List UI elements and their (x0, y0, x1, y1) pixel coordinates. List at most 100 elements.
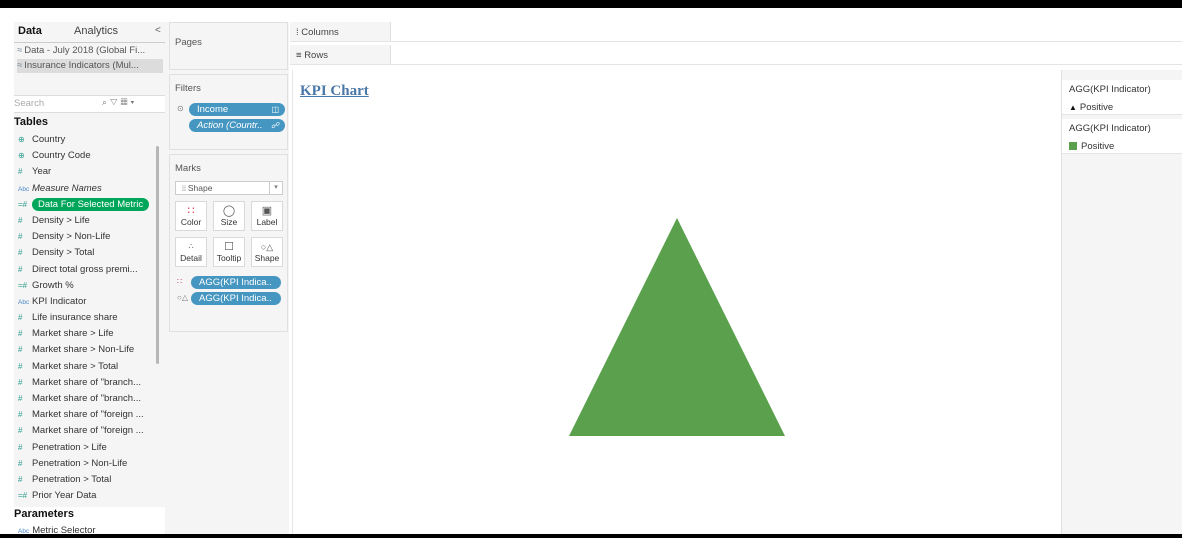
parameter-item[interactable]: Abc Metric Selector (18, 525, 96, 534)
worksheet-title[interactable]: KPI Chart (300, 83, 369, 100)
field-item[interactable]: # Market share of "branch... (14, 391, 165, 407)
color-encoding-icon: ∷ (177, 277, 183, 286)
shape-button[interactable]: ○△ Shape (251, 237, 283, 267)
data-source-item-selected[interactable]: ≈ Insurance Indicators (Mul... (17, 59, 163, 73)
label-button[interactable]: ▣ Label (251, 201, 283, 231)
dimension-filter-icon: ⊙ (177, 104, 184, 113)
field-item[interactable]: # Market share > Life (14, 326, 165, 342)
field-label: Market share of "branch... (32, 393, 141, 404)
shape-legend[interactable]: AGG(KPI Indicator) ▲ Positive (1062, 80, 1182, 115)
shape-legend-item[interactable]: ▲ Positive (1069, 102, 1113, 113)
measure-icon: # (18, 345, 23, 355)
field-item[interactable]: # Penetration > Life (14, 440, 165, 456)
kpi-triangle-mark[interactable] (569, 218, 785, 436)
measure-icon: # (18, 248, 23, 258)
pages-card[interactable]: Pages (169, 22, 288, 70)
field-label: Density > Life (32, 214, 90, 226)
triangle-up-icon: ▲ (1069, 103, 1077, 112)
field-item[interactable]: # Market share of "foreign ... (14, 423, 165, 439)
columns-shelf[interactable]: ⁞ Columns (290, 22, 1182, 42)
string-type-icon: Abc (18, 185, 30, 193)
search-input[interactable] (14, 97, 78, 110)
tooltip-icon: ☐ (224, 241, 234, 253)
label-icon: ▣ (261, 205, 273, 217)
calculated-measure-icon: =# (18, 199, 28, 209)
measure-icon: # (18, 442, 23, 452)
field-item[interactable]: ⊕ Country Code (14, 148, 165, 164)
chevron-left-icon[interactable]: < (155, 25, 161, 36)
field-label: Penetration > Total (32, 473, 112, 485)
field-item[interactable]: # Penetration > Non-Life (14, 456, 165, 472)
field-label: Country (32, 134, 66, 145)
field-item[interactable]: Abc Measure Names (14, 181, 165, 197)
search-icon[interactable]: ⌕ (102, 97, 110, 107)
columns-drop-zone[interactable] (390, 22, 1182, 41)
marks-pill-color[interactable]: AGG(KPI Indica.. (191, 276, 281, 289)
rows-drop-zone[interactable] (390, 45, 1182, 64)
measure-icon: # (18, 167, 23, 177)
field-label: Market share of "foreign ... (32, 425, 144, 437)
rows-shelf[interactable]: ≡ Rows (290, 45, 1182, 65)
filter-icon[interactable]: ▽ (110, 97, 121, 107)
field-item[interactable]: # Market share > Total (14, 359, 165, 375)
field-item[interactable]: # Density > Total (14, 245, 165, 261)
parameters-section: Parameters Abc Metric Selector (14, 507, 165, 534)
field-item[interactable]: =# Data For Selected Metric (14, 197, 165, 213)
field-label: Year (32, 166, 52, 178)
mark-type-dropdown[interactable]: ⁞⁞ Shape ▾ (175, 181, 283, 195)
data-source-item[interactable]: ≈ Data - July 2018 (Global Fi... (17, 44, 163, 58)
measure-icon: # (18, 458, 23, 468)
tables-heading: Tables (14, 116, 49, 128)
field-list-scrollbar[interactable] (156, 146, 159, 364)
field-label: Penetration > Non-Life (32, 457, 128, 469)
filters-card[interactable]: Filters ⊙ Income ◫ Action (Countr.. ☍ (169, 74, 288, 150)
globe-icon: ⊕ (18, 135, 25, 144)
field-item[interactable]: # Direct total gross premi... (14, 262, 165, 278)
detail-button[interactable]: ∴ Detail (175, 237, 207, 267)
field-item[interactable]: # Life insurance share (14, 310, 165, 326)
link-icon: ☍ (270, 121, 279, 130)
color-legend[interactable]: AGG(KPI Indicator) Positive (1062, 119, 1182, 154)
globe-icon: ⊕ (18, 151, 25, 161)
filter-pill-income[interactable]: Income ◫ (189, 103, 285, 116)
measure-icon: # (18, 264, 23, 274)
field-item[interactable]: # Density > Non-Life (14, 229, 165, 245)
field-item[interactable]: =# Prior Year Data (14, 488, 165, 504)
pages-title: Pages (175, 37, 202, 48)
field-item[interactable]: # Market share of "branch... (14, 375, 165, 391)
worksheet-view[interactable]: KPI Chart (292, 70, 1061, 534)
marks-card: Marks ⁞⁞ Shape ▾ ∷ Color ◯ Size ▣ Label … (169, 154, 288, 332)
field-label: Penetration > Life (32, 441, 107, 453)
field-label: Measure Names (32, 182, 102, 194)
string-type-icon: Abc (18, 528, 30, 534)
field-label: Density > Non-Life (32, 231, 111, 243)
size-button[interactable]: ◯ Size (213, 201, 245, 231)
marks-title: Marks (175, 163, 201, 174)
field-item[interactable]: # Market share of "foreign ... (14, 407, 165, 423)
color-legend-item[interactable]: Positive (1069, 141, 1114, 152)
rows-icon: ≡ (296, 50, 305, 61)
filter-pill-action[interactable]: Action (Countr.. ☍ (189, 119, 285, 132)
color-button[interactable]: ∷ Color (175, 201, 207, 231)
tab-data[interactable]: Data (18, 25, 42, 37)
view-menu-icon[interactable]: ▦▾ (121, 97, 138, 107)
measure-icon: # (18, 474, 23, 484)
tooltip-button[interactable]: ☐ Tooltip (213, 237, 245, 267)
color-icon: ∷ (187, 205, 195, 217)
field-item[interactable]: # Year (14, 164, 165, 180)
legend-pane: AGG(KPI Indicator) ▲ Positive AGG(KPI Ind… (1061, 70, 1182, 534)
field-item[interactable]: # Penetration > Total (14, 472, 165, 488)
field-item[interactable]: =# Growth % (14, 278, 165, 294)
marks-pill-shape[interactable]: AGG(KPI Indica.. (191, 292, 281, 305)
tab-analytics[interactable]: Analytics (74, 25, 118, 37)
measure-icon: # (18, 377, 23, 387)
field-search-bar: ⌕▽▦▾ (14, 95, 165, 113)
parameters-heading: Parameters (14, 508, 74, 520)
field-item[interactable]: ⊕ Country (14, 132, 165, 148)
field-label: Country Code (32, 150, 91, 162)
field-item[interactable]: # Market share > Non-Life (14, 342, 165, 358)
field-label: Density > Total (32, 247, 95, 259)
field-item[interactable]: # Density > Life (14, 213, 165, 229)
field-item[interactable]: Abc KPI Indicator (14, 294, 165, 310)
field-label: Life insurance share (32, 312, 118, 324)
